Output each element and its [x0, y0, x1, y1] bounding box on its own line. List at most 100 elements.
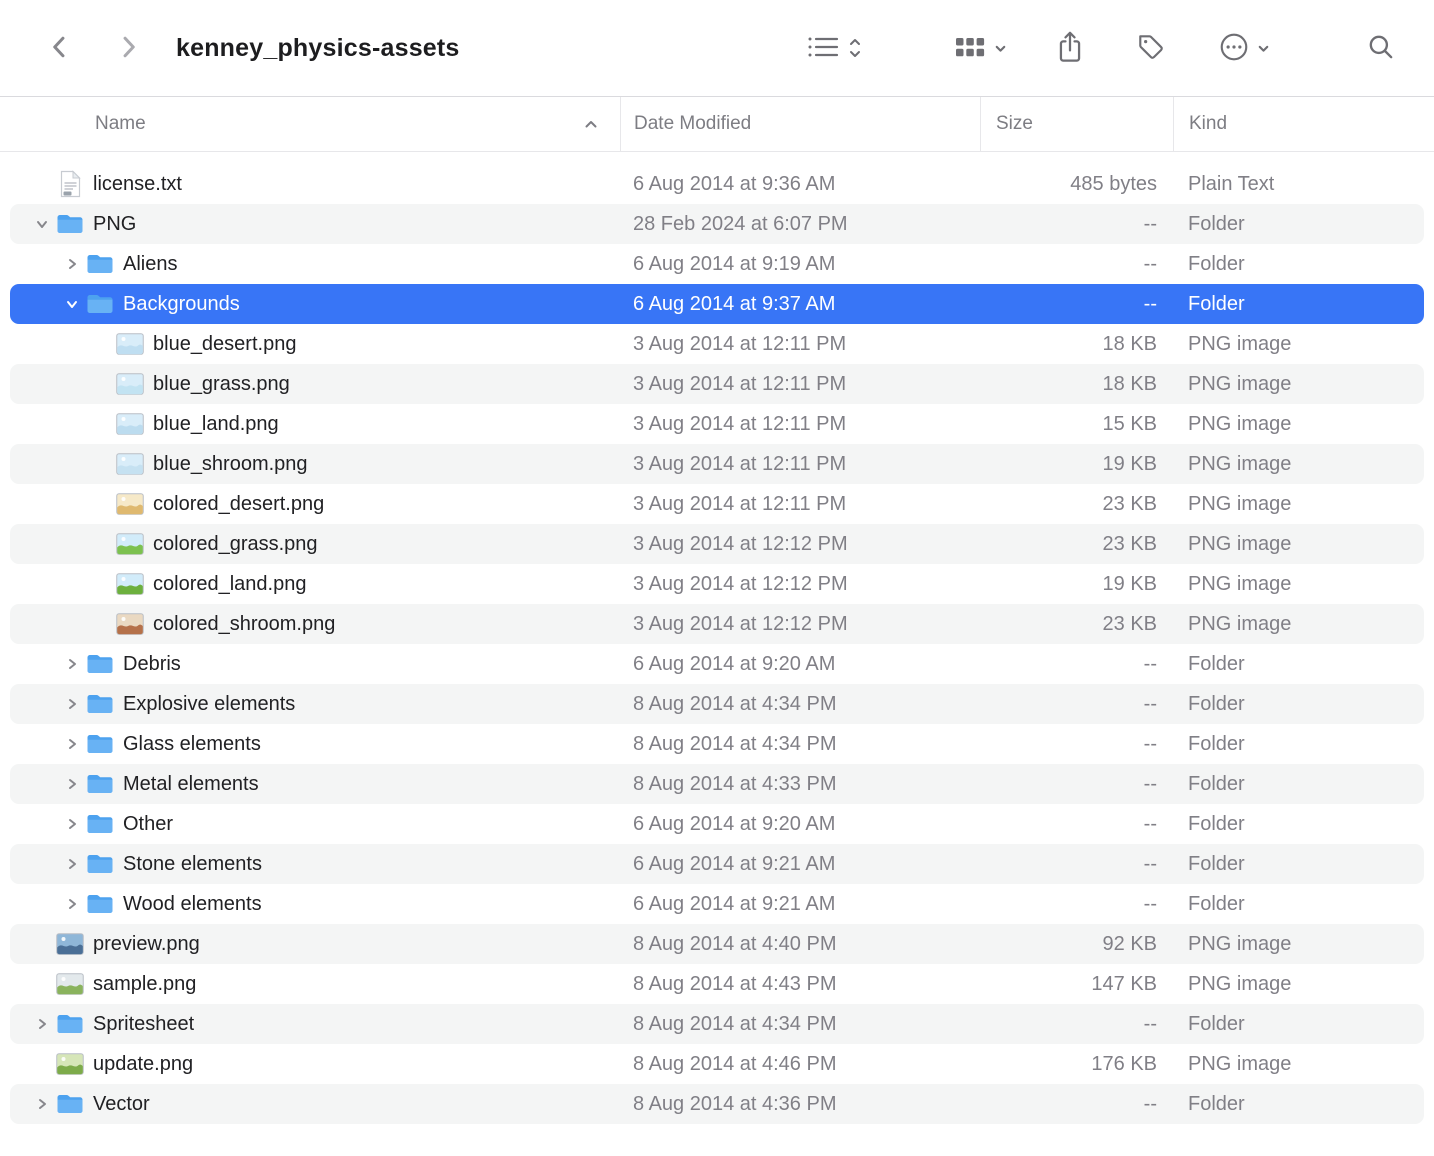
file-row[interactable]: Stone elements 6 Aug 2014 at 9:21 AM -- … — [10, 844, 1424, 884]
tag-button[interactable] — [1136, 32, 1166, 65]
name-cell: Aliens — [10, 253, 620, 276]
file-size: -- — [980, 693, 1173, 716]
more-actions-control[interactable] — [1218, 31, 1271, 66]
name-cell: blue_grass.png — [10, 373, 620, 396]
column-header-date-modified[interactable]: Date Modified — [620, 97, 980, 151]
view-mode-control[interactable] — [805, 33, 863, 64]
file-size: -- — [980, 773, 1173, 796]
file-kind: Folder — [1173, 893, 1424, 916]
file-row[interactable]: Glass elements 8 Aug 2014 at 4:34 PM -- … — [10, 724, 1424, 764]
file-row[interactable]: colored_land.png 3 Aug 2014 at 12:12 PM … — [10, 564, 1424, 604]
column-header-size[interactable]: Size — [980, 97, 1173, 151]
file-row[interactable]: license.txt 6 Aug 2014 at 9:36 AM 485 by… — [10, 164, 1424, 204]
share-button[interactable] — [1056, 30, 1084, 67]
file-row[interactable]: update.png 8 Aug 2014 at 4:46 PM 176 KB … — [10, 1044, 1424, 1084]
disclosure-chevron-icon[interactable] — [60, 257, 84, 271]
file-size: 23 KB — [980, 533, 1173, 556]
name-cell: blue_land.png — [10, 413, 620, 436]
file-row[interactable]: Explosive elements 8 Aug 2014 at 4:34 PM… — [10, 684, 1424, 724]
file-row[interactable]: colored_desert.png 3 Aug 2014 at 12:11 P… — [10, 484, 1424, 524]
file-name: Spritesheet — [93, 1013, 194, 1036]
file-row[interactable]: Wood elements 6 Aug 2014 at 9:21 AM -- F… — [10, 884, 1424, 924]
image-icon — [114, 493, 146, 515]
file-row[interactable]: Backgrounds 6 Aug 2014 at 9:37 AM -- Fol… — [10, 284, 1424, 324]
file-name: blue_land.png — [153, 413, 279, 436]
list-view-icon — [805, 33, 841, 64]
sort-ascending-icon — [584, 113, 598, 135]
file-row[interactable]: Other 6 Aug 2014 at 9:20 AM -- Folder — [10, 804, 1424, 844]
file-kind: Folder — [1173, 773, 1424, 796]
disclosure-chevron-icon[interactable] — [60, 297, 84, 311]
file-size: -- — [980, 253, 1173, 276]
file-row[interactable]: Aliens 6 Aug 2014 at 9:19 AM -- Folder — [10, 244, 1424, 284]
name-cell: Stone elements — [10, 853, 620, 876]
file-kind: PNG image — [1173, 1053, 1424, 1076]
folder-icon — [84, 693, 116, 715]
file-row[interactable]: blue_grass.png 3 Aug 2014 at 12:11 PM 18… — [10, 364, 1424, 404]
file-size: 19 KB — [980, 453, 1173, 476]
file-date-modified: 6 Aug 2014 at 9:20 AM — [620, 813, 980, 836]
image-icon — [114, 413, 146, 435]
disclosure-chevron-icon[interactable] — [30, 1017, 54, 1031]
file-kind: Folder — [1173, 213, 1424, 236]
file-name: colored_desert.png — [153, 493, 324, 516]
disclosure-chevron-icon[interactable] — [30, 217, 54, 231]
file-name: blue_shroom.png — [153, 453, 308, 476]
file-kind: PNG image — [1173, 493, 1424, 516]
file-kind: PNG image — [1173, 573, 1424, 596]
file-row[interactable]: preview.png 8 Aug 2014 at 4:40 PM 92 KB … — [10, 924, 1424, 964]
file-date-modified: 6 Aug 2014 at 9:19 AM — [620, 253, 980, 276]
name-cell: license.txt — [10, 170, 620, 198]
chevron-left-icon — [46, 33, 74, 64]
file-date-modified: 8 Aug 2014 at 4:34 PM — [620, 693, 980, 716]
file-row[interactable]: colored_grass.png 3 Aug 2014 at 12:12 PM… — [10, 524, 1424, 564]
name-cell: Other — [10, 813, 620, 836]
disclosure-chevron-icon[interactable] — [60, 817, 84, 831]
folder-icon — [84, 893, 116, 915]
disclosure-chevron-icon[interactable] — [60, 897, 84, 911]
file-kind: PNG image — [1173, 413, 1424, 436]
name-cell: update.png — [10, 1053, 620, 1076]
file-kind: Folder — [1173, 853, 1424, 876]
search-button[interactable] — [1366, 32, 1396, 65]
file-size: -- — [980, 733, 1173, 756]
disclosure-chevron-icon[interactable] — [60, 697, 84, 711]
file-row[interactable]: blue_land.png 3 Aug 2014 at 12:11 PM 15 … — [10, 404, 1424, 444]
file-row[interactable]: Vector 8 Aug 2014 at 4:36 PM -- Folder — [10, 1084, 1424, 1124]
file-row[interactable]: colored_shroom.png 3 Aug 2014 at 12:12 P… — [10, 604, 1424, 644]
file-date-modified: 8 Aug 2014 at 4:36 PM — [620, 1093, 980, 1116]
file-row[interactable]: blue_shroom.png 3 Aug 2014 at 12:11 PM 1… — [10, 444, 1424, 484]
column-header-name[interactable]: Name — [10, 97, 620, 151]
file-row[interactable]: sample.png 8 Aug 2014 at 4:43 PM 147 KB … — [10, 964, 1424, 1004]
folder-icon — [54, 213, 86, 235]
file-row[interactable]: Spritesheet 8 Aug 2014 at 4:34 PM -- Fol… — [10, 1004, 1424, 1044]
folder-icon — [84, 253, 116, 275]
file-size: 18 KB — [980, 333, 1173, 356]
file-row[interactable]: Debris 6 Aug 2014 at 9:20 AM -- Folder — [10, 644, 1424, 684]
file-row[interactable]: Metal elements 8 Aug 2014 at 4:33 PM -- … — [10, 764, 1424, 804]
back-button[interactable] — [40, 26, 80, 70]
file-kind: Plain Text — [1173, 173, 1424, 196]
file-date-modified: 3 Aug 2014 at 12:11 PM — [620, 373, 980, 396]
file-row[interactable]: blue_desert.png 3 Aug 2014 at 12:11 PM 1… — [10, 324, 1424, 364]
file-list: license.txt 6 Aug 2014 at 9:36 AM 485 by… — [0, 152, 1434, 1156]
disclosure-chevron-icon[interactable] — [60, 777, 84, 791]
file-name: blue_desert.png — [153, 333, 296, 356]
disclosure-chevron-icon[interactable] — [60, 857, 84, 871]
forward-button[interactable] — [108, 26, 148, 70]
file-row[interactable]: PNG 28 Feb 2024 at 6:07 PM -- Folder — [10, 204, 1424, 244]
file-size: 18 KB — [980, 373, 1173, 396]
disclosure-chevron-icon[interactable] — [60, 657, 84, 671]
name-cell: blue_shroom.png — [10, 453, 620, 476]
disclosure-chevron-icon[interactable] — [30, 1097, 54, 1111]
file-kind: PNG image — [1173, 613, 1424, 636]
disclosure-chevron-icon[interactable] — [60, 737, 84, 751]
share-icon — [1056, 30, 1084, 67]
group-by-control[interactable] — [953, 34, 1008, 63]
column-header-kind[interactable]: Kind — [1173, 97, 1424, 151]
folder-icon — [84, 733, 116, 755]
file-kind: PNG image — [1173, 973, 1424, 996]
file-date-modified: 3 Aug 2014 at 12:11 PM — [620, 333, 980, 356]
file-size: -- — [980, 1013, 1173, 1036]
finder-window: kenney_physics-assets — [0, 0, 1434, 1156]
